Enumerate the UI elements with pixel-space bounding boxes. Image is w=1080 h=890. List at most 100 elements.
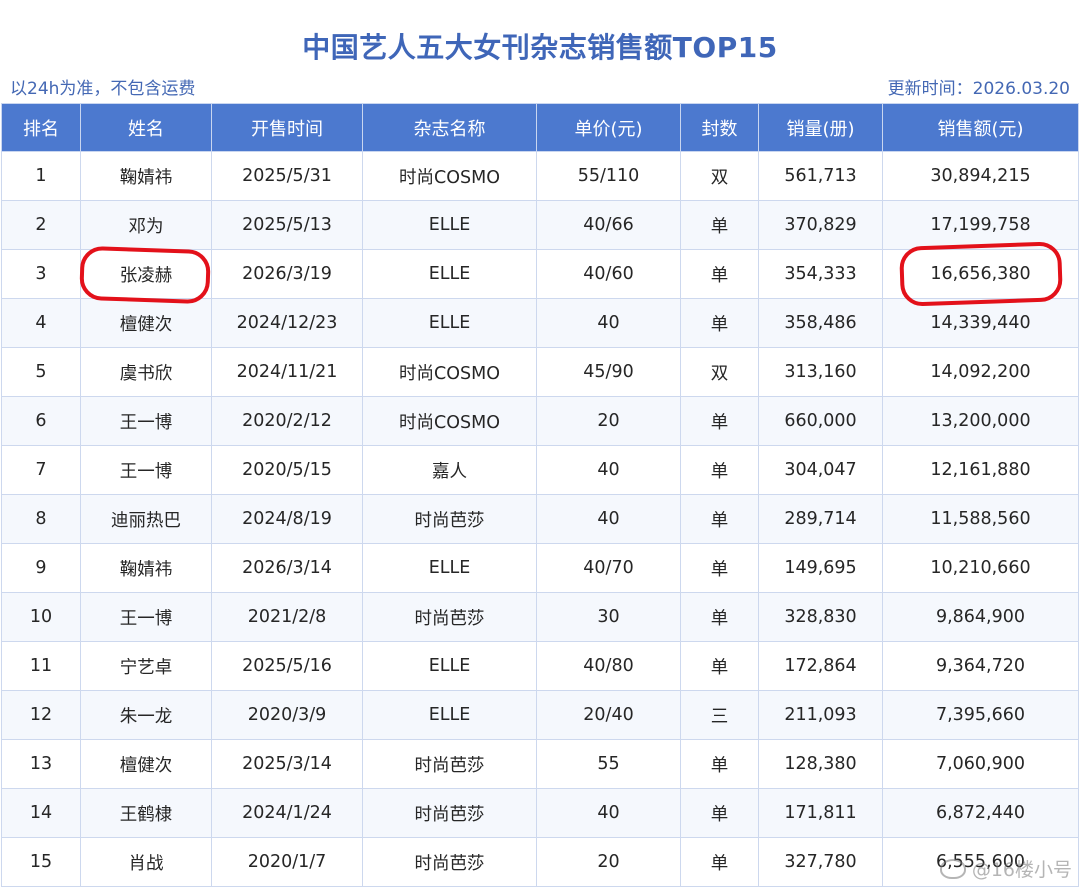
table-cell: 2025/5/13 bbox=[211, 200, 363, 250]
table-cell: 14 bbox=[1, 788, 81, 838]
table-cell: 2021/2/8 bbox=[211, 592, 363, 642]
table-cell: 2024/8/19 bbox=[211, 494, 363, 544]
table-cell: 张凌赫 bbox=[80, 249, 212, 299]
table-row: 15 肖战 2020/1/7 时尚芭莎 20 单 327,780 6,555,600 bbox=[1, 837, 1079, 887]
table-cell: 嘉人 bbox=[362, 445, 537, 495]
table-cell: 单 bbox=[680, 445, 759, 495]
sales-table: 排名 姓名 开售时间 杂志名称 单价(元) 封数 销量(册) 销售额(元) 1鞠… bbox=[1, 103, 1079, 887]
table-cell: 289,714 bbox=[758, 494, 883, 544]
table-cell: 单 bbox=[680, 592, 759, 642]
table-cell: 2020/3/9 bbox=[211, 690, 363, 740]
table-cell: 9 bbox=[1, 543, 81, 593]
table-cell: ELLE bbox=[362, 690, 537, 740]
subtitle-row: 以24h为准，不包含运费 更新时间：2026.03.20 bbox=[0, 74, 1080, 100]
table-cell: 328,830 bbox=[758, 592, 883, 642]
table-row: 9 鞠婧祎 2026/3/14 ELLE 40/70 单 149,695 10,210,660 bbox=[1, 543, 1079, 593]
table-cell: 邓为 bbox=[80, 200, 212, 250]
table-cell: 2020/5/15 bbox=[211, 445, 363, 495]
table-cell: 单 bbox=[680, 200, 759, 250]
table-cell: 虞书欣 bbox=[80, 347, 212, 397]
table-cell: 时尚芭莎 bbox=[362, 837, 537, 887]
table-row: 7 王一博 2020/5/15 嘉人 40 单 304,047 12,161,880 bbox=[1, 445, 1079, 495]
table-cell: 2025/3/14 bbox=[211, 739, 363, 789]
header-cell: 姓名 bbox=[80, 103, 212, 152]
table-cell: 9,864,900 bbox=[882, 592, 1079, 642]
table-cell: 时尚芭莎 bbox=[362, 788, 537, 838]
page-title: 中国艺人五大女刊杂志销售额TOP15 bbox=[302, 31, 778, 64]
table-cell: 鞠婧祎 bbox=[80, 151, 212, 201]
table-cell: ELLE bbox=[362, 200, 537, 250]
table-cell: 2024/12/23 bbox=[211, 298, 363, 348]
table-cell: 30 bbox=[536, 592, 681, 642]
table-cell: 2026/3/14 bbox=[211, 543, 363, 593]
table-cell: 王一博 bbox=[80, 445, 212, 495]
table-cell: 211,093 bbox=[758, 690, 883, 740]
header-cell: 销量(册) bbox=[758, 103, 883, 152]
table-cell: 55 bbox=[536, 739, 681, 789]
table-cell: 9,364,720 bbox=[882, 641, 1079, 691]
table-cell: 660,000 bbox=[758, 396, 883, 446]
watermark-text: @16楼小号 bbox=[971, 859, 1072, 881]
table-cell: 40/70 bbox=[536, 543, 681, 593]
table-cell: 单 bbox=[680, 396, 759, 446]
table-cell: 40 bbox=[536, 494, 681, 544]
table-cell: 11,588,560 bbox=[882, 494, 1079, 544]
table-cell: 5 bbox=[1, 347, 81, 397]
table-cell: 1 bbox=[1, 151, 81, 201]
table-cell: 单 bbox=[680, 837, 759, 887]
table-cell: 2024/1/24 bbox=[211, 788, 363, 838]
table-cell: 双 bbox=[680, 151, 759, 201]
table-cell: 10 bbox=[1, 592, 81, 642]
table-cell: 朱一龙 bbox=[80, 690, 212, 740]
note-text: 以24h为准，不包含运费 bbox=[10, 79, 196, 99]
table-row: 13 檀健次 2025/3/14 时尚芭莎 55 单 128,380 7,060,900 bbox=[1, 739, 1079, 789]
header-cell: 封数 bbox=[680, 103, 759, 152]
table-cell: 时尚COSMO bbox=[362, 151, 537, 201]
table-cell: 2 bbox=[1, 200, 81, 250]
table-cell: 172,864 bbox=[758, 641, 883, 691]
table-cell: 149,695 bbox=[758, 543, 883, 593]
table-cell: ELLE bbox=[362, 641, 537, 691]
table-cell: 327,780 bbox=[758, 837, 883, 887]
table-cell: 11 bbox=[1, 641, 81, 691]
watermark: @16楼小号 bbox=[939, 855, 1072, 882]
table-cell: 6 bbox=[1, 396, 81, 446]
table-cell: 40/60 bbox=[536, 249, 681, 299]
table-cell: 单 bbox=[680, 543, 759, 593]
table-cell: 128,380 bbox=[758, 739, 883, 789]
table-cell: 王鹤棣 bbox=[80, 788, 212, 838]
header-cell: 销售额(元) bbox=[882, 103, 1079, 152]
table-cell: 檀健次 bbox=[80, 298, 212, 348]
table-row: 3 张凌赫 2026/3/19 ELLE 40/60 单 354,333 16,656,380 bbox=[1, 249, 1079, 299]
table-cell: 354,333 bbox=[758, 249, 883, 299]
table-cell: 30,894,215 bbox=[882, 151, 1079, 201]
table-cell: 4 bbox=[1, 298, 81, 348]
table-cell: 40 bbox=[536, 445, 681, 495]
table-row: 8 迪丽热巴 2024/8/19 时尚芭莎 40 单 289,714 11,588,560 bbox=[1, 494, 1079, 544]
table-cell: 2020/2/12 bbox=[211, 396, 363, 446]
table-cell: 2020/1/7 bbox=[211, 837, 363, 887]
table-row: 5 虞书欣 2024/11/21 时尚COSMO 45/90 双 313,160 14,092… bbox=[1, 347, 1079, 397]
table-row: 14 王鹤棣 2024/1/24 时尚芭莎 40 单 171,811 6,872,440 bbox=[1, 788, 1079, 838]
table-cell: 55/110 bbox=[536, 151, 681, 201]
table-cell: 13 bbox=[1, 739, 81, 789]
sales-table-container: 排名 姓名 开售时间 杂志名称 单价(元) 封数 销量(册) 销售额(元) 1鞠… bbox=[1, 103, 1079, 887]
table-cell: 2025/5/31 bbox=[211, 151, 363, 201]
table-cell: 单 bbox=[680, 739, 759, 789]
table-cell: 单 bbox=[680, 298, 759, 348]
table-cell: 三 bbox=[680, 690, 759, 740]
table-cell: 40 bbox=[536, 788, 681, 838]
table-cell: 2026/3/19 bbox=[211, 249, 363, 299]
table-cell: 370,829 bbox=[758, 200, 883, 250]
table-cell: 20 bbox=[536, 396, 681, 446]
table-cell: 时尚COSMO bbox=[362, 396, 537, 446]
table-cell: 肖战 bbox=[80, 837, 212, 887]
table-cell: 20 bbox=[536, 837, 681, 887]
table-cell: 时尚芭莎 bbox=[362, 739, 537, 789]
table-row: 11 宁艺卓 2025/5/16 ELLE 40/80 单 172,864 9,364,720 bbox=[1, 641, 1079, 691]
table-cell: 13,200,000 bbox=[882, 396, 1079, 446]
table-cell: 313,160 bbox=[758, 347, 883, 397]
table-cell: 时尚COSMO bbox=[362, 347, 537, 397]
table-cell: 王一博 bbox=[80, 396, 212, 446]
table-cell: 7 bbox=[1, 445, 81, 495]
